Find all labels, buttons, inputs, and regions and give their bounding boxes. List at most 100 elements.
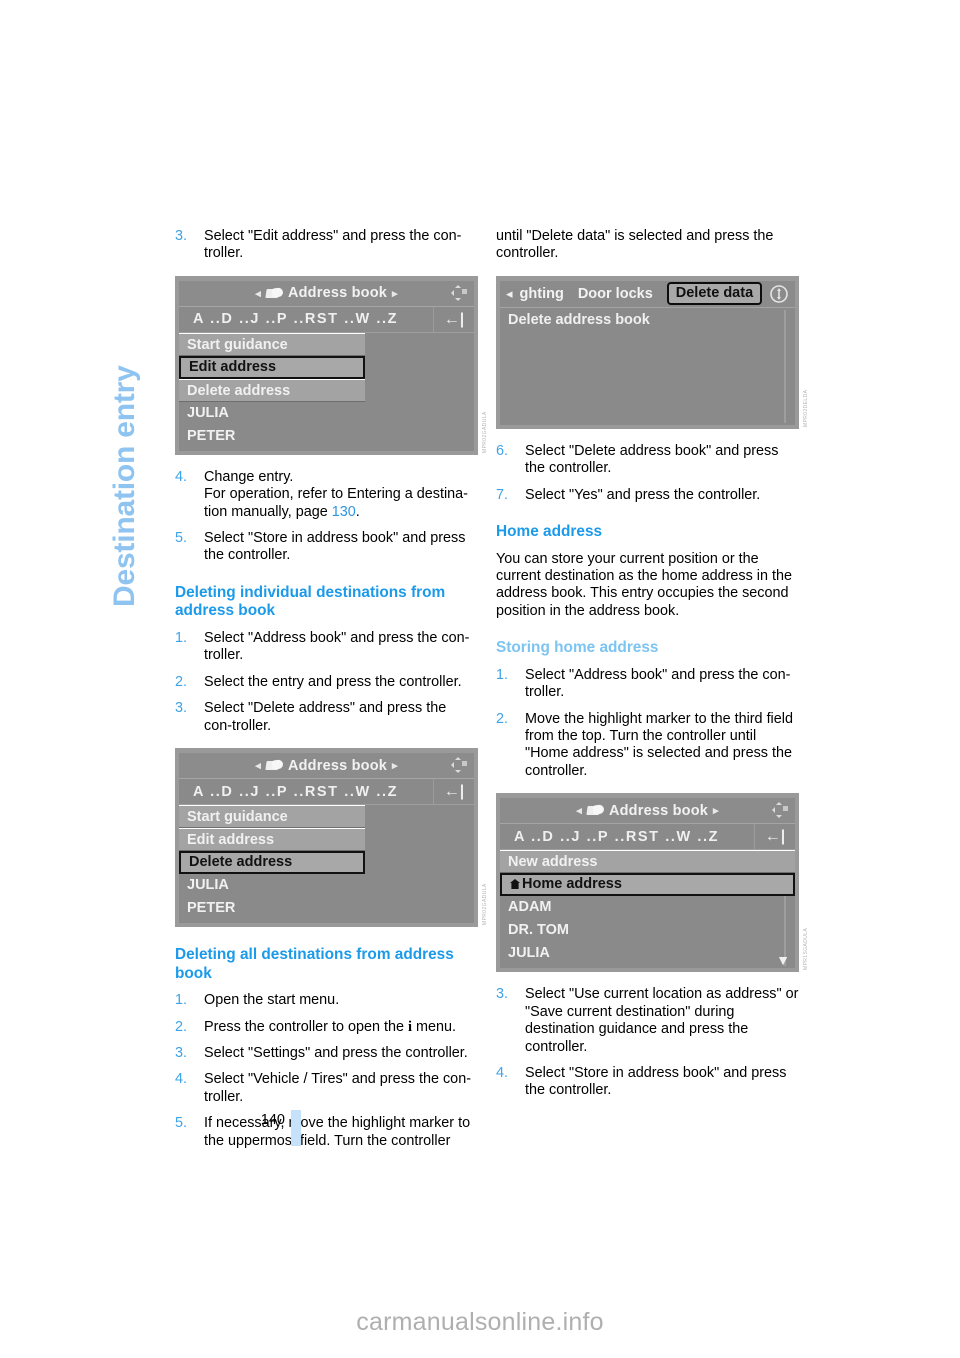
back-arrow-icon[interactable]: ←| <box>433 306 474 332</box>
scroll-down-icon[interactable]: ▼ <box>776 953 790 967</box>
list-item[interactable]: DR. TOM <box>500 919 795 942</box>
list-item[interactable]: Start guidance <box>179 332 365 356</box>
menu-list: Start guidance Edit address Delete addre… <box>179 332 365 448</box>
step-text: Select "Address book" and press the con-… <box>204 630 470 664</box>
step-3-select-delete-address: 3. Select "Delete address" and press the… <box>175 700 478 735</box>
list-item[interactable]: JULIA <box>179 402 365 425</box>
list-item[interactable]: Start guidance <box>179 805 365 829</box>
list-item-home-address[interactable]: Home address <box>500 873 795 897</box>
list-item[interactable]: JULIA <box>500 942 795 965</box>
chapter-title-text: Destination entry <box>108 365 141 607</box>
screen-title-bar: ◂ Address book ▸ <box>179 753 474 780</box>
step-7-select-yes: 7. Select "Yes" and press the controller… <box>496 487 799 504</box>
step-text: Select "Delete address" and press the co… <box>204 700 447 734</box>
heading-deleting-individual-destinations: Deleting individual destinations from ad… <box>175 583 446 620</box>
navigate-corner-icon[interactable] <box>449 284 468 302</box>
tab-lighting[interactable]: ghting <box>520 286 564 302</box>
back-arrow-icon[interactable]: ←| <box>433 779 474 805</box>
step-number: 5. <box>175 530 188 547</box>
step-text: Select "Store in address book" and press… <box>204 530 466 564</box>
list-item[interactable]: PETER <box>179 897 365 920</box>
settings-body: Delete address book <box>500 307 795 425</box>
idrive-screen: ◂ Address book ▸ A ..D ..J ..P ..RST ..W… <box>500 798 795 969</box>
tab-delete-data[interactable]: Delete data <box>666 282 763 306</box>
alphabet-range-label: A ..D ..J ..P ..RST ..W ..Z <box>193 783 399 800</box>
figure-code: MPR1SGADULA <box>803 928 809 971</box>
prev-arrow-icon[interactable]: ◂ <box>576 804 582 817</box>
next-arrow-icon[interactable]: ▸ <box>713 804 719 817</box>
step-3-edit-address: 3. Select "Edit address" and press the c… <box>175 228 478 263</box>
list-item-new-address[interactable]: New address <box>500 850 795 874</box>
continuation-text: until "Delete data" is selected and pres… <box>496 228 774 262</box>
list-item[interactable]: Edit address <box>179 828 365 852</box>
step-3-use-current-location: 3. Select "Use current location as addre… <box>496 986 799 1056</box>
step-text: Select "Settings" and press the controll… <box>204 1045 468 1062</box>
step-number: 7. <box>496 486 509 503</box>
step-number: 2. <box>175 673 188 690</box>
figure-code: MPR02GADULA <box>482 883 488 926</box>
scrollbar[interactable] <box>784 309 786 423</box>
prev-arrow-icon[interactable]: ◂ <box>255 759 261 772</box>
info-circle-icon[interactable] <box>770 285 788 303</box>
left-column: 3. Select "Edit address" and press the c… <box>175 228 488 1159</box>
heading-storing-home-address: Storing home address <box>496 639 659 657</box>
step-number: 3. <box>175 700 188 717</box>
step-number: 2. <box>175 1018 188 1035</box>
screen-title: ◂ Address book ▸ <box>255 285 398 301</box>
page-edge-marker <box>291 1110 301 1146</box>
navigate-corner-icon[interactable] <box>770 801 789 819</box>
step-1-select-address-book: 1. Select "Address book" and press the c… <box>175 630 478 665</box>
figure-address-book-delete: ◂ Address book ▸ A ..D ..J ..P ..RST ..W… <box>175 748 488 928</box>
alphabet-bar[interactable]: A ..D ..J ..P ..RST ..W ..Z ←| <box>179 306 474 333</box>
step-5-store-in-address-book: 5. Select "Store in address book" and pr… <box>175 530 478 565</box>
step-number: 1. <box>175 992 188 1009</box>
screen-title-text: Address book <box>287 285 388 302</box>
list-item[interactable]: Delete address <box>179 378 365 402</box>
alphabet-bar[interactable]: A ..D ..J ..P ..RST ..W ..Z ←| <box>179 779 474 806</box>
step-text: Select "Use current location as address"… <box>525 986 799 1055</box>
step-2-select-entry: 2. Select the entry and press the contro… <box>175 674 478 691</box>
page-reference-link[interactable]: 130 <box>332 504 356 520</box>
home-icon <box>510 879 520 890</box>
settings-tab-bar: ◂ ghting Door locks Delete data <box>500 280 795 308</box>
alphabet-range-label: A ..D ..J ..P ..RST ..W ..Z <box>193 311 399 328</box>
screen-list-body: New address Home address ADAM DR. TOM JU… <box>500 850 795 969</box>
step-number: 3. <box>175 1045 188 1062</box>
step-number: 4. <box>496 1064 509 1081</box>
step-number: 2. <box>496 710 509 727</box>
list-item[interactable]: ADAM <box>500 896 795 919</box>
step-text: Select "Store in address book" and press… <box>525 1064 787 1099</box>
step-5-continuation: until "Delete data" is selected and pres… <box>496 228 799 263</box>
menu-list: Start guidance Edit address Delete addre… <box>179 805 365 920</box>
tab-door-locks[interactable]: Door locks <box>578 286 653 302</box>
list-item-selected[interactable]: Edit address <box>179 355 365 379</box>
list-item-selected[interactable]: Delete address <box>179 851 365 875</box>
tab-prev-arrow-icon[interactable]: ◂ <box>506 286 513 302</box>
step-3-select-settings: 3. Select "Settings" and press the contr… <box>175 1045 478 1062</box>
step-2-open-i-menu: 2. Press the controller to open the i me… <box>175 1019 478 1036</box>
next-arrow-icon[interactable]: ▸ <box>392 287 398 300</box>
navigate-corner-icon[interactable] <box>449 756 468 774</box>
next-arrow-icon[interactable]: ▸ <box>392 759 398 772</box>
screen-list-body: Start guidance Edit address Delete addre… <box>179 805 474 924</box>
step-text-line-1: Change entry. <box>204 468 294 485</box>
figure-delete-data-settings: ◂ ghting Door locks Delete data Delete a… <box>496 275 809 429</box>
screen-list-body: Start guidance Edit address Delete addre… <box>179 332 474 451</box>
screen-title: ◂ Address book ▸ <box>576 803 719 819</box>
alphabet-range-label: A ..D ..J ..P ..RST ..W ..Z <box>514 828 720 845</box>
screen-title-bar: ◂ Address book ▸ <box>500 798 795 825</box>
step-text-before: Press the controller to open the <box>204 1018 408 1035</box>
prev-arrow-icon[interactable]: ◂ <box>255 287 261 300</box>
alphabet-bar[interactable]: A ..D ..J ..P ..RST ..W ..Z ←| <box>500 824 795 851</box>
screen-title-bar: ◂ Address book ▸ <box>179 280 474 307</box>
step-text: Select "Vehicle / Tires" and press the c… <box>204 1071 471 1105</box>
idrive-screen: ◂ ghting Door locks Delete data Delete a… <box>500 280 795 425</box>
delete-address-book-label[interactable]: Delete address book <box>500 308 795 328</box>
heading-home-address: Home address <box>496 523 603 541</box>
list-item[interactable]: PETER <box>179 425 365 448</box>
back-arrow-icon[interactable]: ←| <box>754 824 795 850</box>
figure-address-book-home: ◂ Address book ▸ A ..D ..J ..P ..RST ..W… <box>496 793 809 973</box>
list-item[interactable]: JULIA <box>179 874 365 897</box>
step-text: Select "Yes" and press the controller. <box>525 486 761 503</box>
step-6-select-delete-address-book: 6. Select "Delete address book" and pres… <box>496 443 799 478</box>
